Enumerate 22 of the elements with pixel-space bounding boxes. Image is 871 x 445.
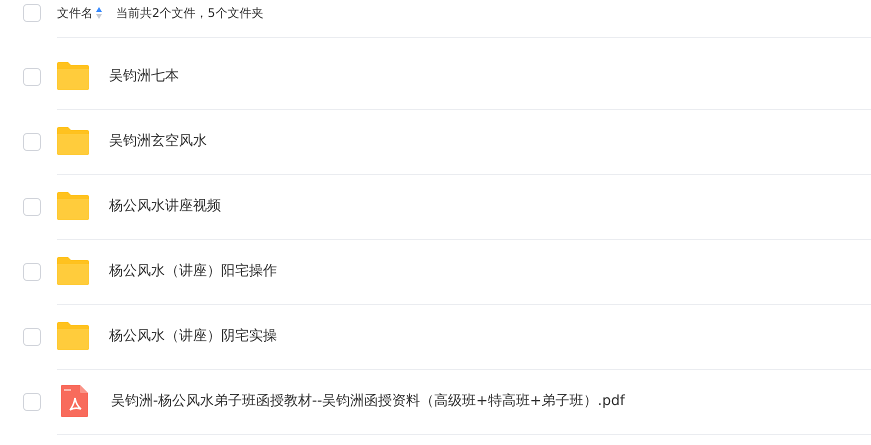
folder-icon [57,257,89,285]
folder-icon [57,192,89,220]
name-column-header[interactable]: 文件名 [57,4,102,22]
file-count-summary: 当前共2个文件，5个文件夹 [116,4,264,22]
select-all-checkbox[interactable] [23,4,41,22]
file-name[interactable]: 杨公风水（讲座）阴宅实操 [109,327,277,345]
file-name[interactable]: 吴钧洲七本 [109,67,179,85]
file-name[interactable]: 吴钧洲玄空风水 [109,132,207,150]
row-checkbox[interactable] [23,392,41,410]
file-name[interactable]: 杨公风水讲座视频 [109,197,221,215]
file-name[interactable]: 吴钧洲-杨公风水弟子班函授教材--吴钧洲函授资料（高级班+特高班+弟子班）.pdf [111,392,625,410]
folder-icon [57,127,89,155]
folder-icon [57,322,89,350]
folder-icon [57,62,89,90]
row-checkbox[interactable] [23,132,41,150]
pdf-file-icon [59,385,91,417]
sort-icon[interactable] [96,7,102,19]
row-checkbox[interactable] [23,262,41,280]
file-name[interactable]: 杨公风水（讲座）阳宅操作 [109,262,277,280]
row-checkbox[interactable] [23,68,41,86]
row-checkbox[interactable] [23,328,41,346]
row-checkbox[interactable] [23,198,41,216]
